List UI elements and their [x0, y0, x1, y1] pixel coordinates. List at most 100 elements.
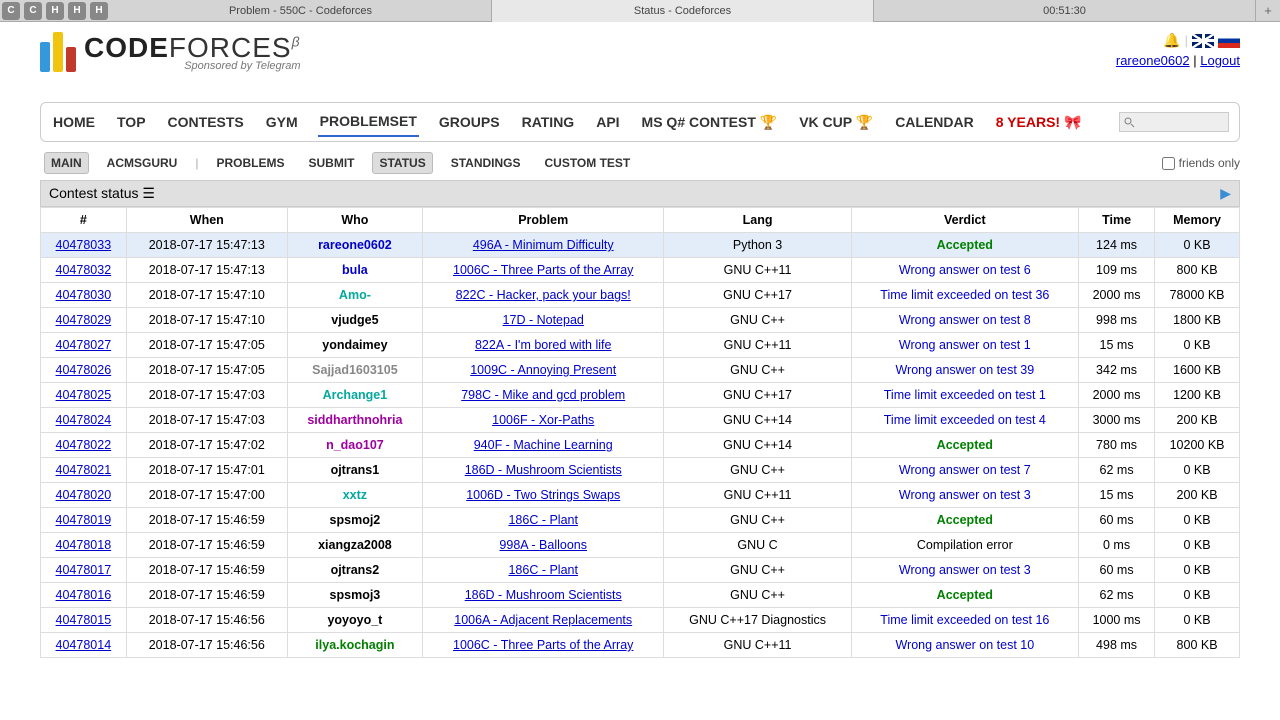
expand-arrow-icon[interactable]: ▶ — [1220, 185, 1231, 202]
problem-link[interactable]: 1006C - Three Parts of the Array — [453, 638, 633, 652]
user-link[interactable]: yoyoyo_t — [327, 613, 382, 627]
favicon-c[interactable]: C — [24, 2, 42, 20]
submission-id-link[interactable]: 40478026 — [56, 363, 112, 377]
lang-ru-icon[interactable] — [1218, 34, 1240, 48]
user-link[interactable]: Amo- — [339, 288, 371, 302]
user-link[interactable]: vjudge5 — [331, 313, 378, 327]
list-icon[interactable]: ☰ — [142, 185, 155, 201]
new-tab-button[interactable]: + — [1256, 3, 1280, 18]
problem-link[interactable]: 186D - Mushroom Scientists — [465, 463, 622, 477]
submission-id-link[interactable]: 40478014 — [56, 638, 112, 652]
problem-link[interactable]: 798C - Mike and gcd problem — [461, 388, 625, 402]
user-link[interactable]: bula — [342, 263, 368, 277]
subnav-problems[interactable]: PROBLEMS — [210, 153, 290, 173]
favicon-c[interactable]: C — [2, 2, 20, 20]
user-link[interactable]: spsmoj3 — [330, 588, 381, 602]
problem-link[interactable]: 822A - I'm bored with life — [475, 338, 611, 352]
problem-link[interactable]: 17D - Notepad — [503, 313, 584, 327]
submission-id-link[interactable]: 40478017 — [56, 563, 112, 577]
cell-lang: GNU C — [664, 533, 851, 558]
cell-time: 15 ms — [1079, 483, 1155, 508]
username-link[interactable]: rareone0602 — [1116, 53, 1190, 68]
nav-api[interactable]: API — [594, 108, 621, 136]
cell-lang: GNU C++11 — [664, 333, 851, 358]
nav-calendar[interactable]: CALENDAR — [893, 108, 976, 136]
nav-8years[interactable]: 8 YEARS! 🎀 — [994, 108, 1084, 137]
submission-id-link[interactable]: 40478020 — [56, 488, 112, 502]
submission-id-link[interactable]: 40478015 — [56, 613, 112, 627]
subnav-acmsguru[interactable]: ACMSGURU — [101, 153, 184, 173]
cell-lang: GNU C++17 Diagnostics — [664, 608, 851, 633]
user-link[interactable]: xiangza2008 — [318, 538, 392, 552]
nav-rating[interactable]: RATING — [520, 108, 577, 136]
col-verdict: Verdict — [851, 208, 1078, 233]
site-logo[interactable]: CODEFORCESβ Sponsored by Telegram — [40, 32, 301, 72]
submission-id-link[interactable]: 40478030 — [56, 288, 112, 302]
user-link[interactable]: yondaimey — [322, 338, 387, 352]
submission-id-link[interactable]: 40478024 — [56, 413, 112, 427]
problem-link[interactable]: 186D - Mushroom Scientists — [465, 588, 622, 602]
table-row: 404780212018-07-17 15:47:01ojtrans1186D … — [41, 458, 1240, 483]
problem-link[interactable]: 998A - Balloons — [499, 538, 587, 552]
subnav-custom-test[interactable]: CUSTOM TEST — [538, 153, 636, 173]
user-link[interactable]: rareone0602 — [318, 238, 392, 252]
search-input[interactable] — [1119, 112, 1229, 132]
browser-tab-problem[interactable]: Problem - 550C - Codeforces — [110, 0, 492, 22]
problem-link[interactable]: 496A - Minimum Difficulty — [473, 238, 614, 252]
submission-id-link[interactable]: 40478019 — [56, 513, 112, 527]
problem-link[interactable]: 1006A - Adjacent Replacements — [454, 613, 632, 627]
cell-time: 109 ms — [1079, 258, 1155, 283]
submission-id-link[interactable]: 40478027 — [56, 338, 112, 352]
favicon-h[interactable]: H — [68, 2, 86, 20]
user-link[interactable]: ojtrans1 — [331, 463, 380, 477]
lang-en-icon[interactable] — [1192, 34, 1214, 48]
logout-link[interactable]: Logout — [1200, 53, 1240, 68]
problem-link[interactable]: 1006D - Two Strings Swaps — [466, 488, 620, 502]
nav-home[interactable]: HOME — [51, 108, 97, 136]
problem-link[interactable]: 1006C - Three Parts of the Array — [453, 263, 633, 277]
table-row: 404780172018-07-17 15:46:59ojtrans2186C … — [41, 558, 1240, 583]
user-link[interactable]: Sajjad1603105 — [312, 363, 398, 377]
problem-link[interactable]: 1006F - Xor-Paths — [492, 413, 594, 427]
nav-vk-cup-[interactable]: VK CUP 🏆 — [797, 108, 875, 137]
verdict-text: Wrong answer on test 8 — [899, 313, 1031, 327]
user-link[interactable]: spsmoj2 — [330, 513, 381, 527]
nav-groups[interactable]: GROUPS — [437, 108, 502, 136]
submission-id-link[interactable]: 40478033 — [56, 238, 112, 252]
user-link[interactable]: siddharthnohria — [307, 413, 402, 427]
submission-id-link[interactable]: 40478022 — [56, 438, 112, 452]
nav-ms-q-contest-[interactable]: MS Q# CONTEST 🏆 — [640, 108, 780, 137]
subnav-submit[interactable]: SUBMIT — [302, 153, 360, 173]
subnav-main[interactable]: MAIN — [44, 152, 89, 174]
problem-link[interactable]: 1009C - Annoying Present — [470, 363, 616, 377]
favicon-h[interactable]: H — [90, 2, 108, 20]
user-link[interactable]: xxtz — [343, 488, 367, 502]
nav-problemset[interactable]: PROBLEMSET — [318, 107, 419, 137]
notification-bell-icon[interactable]: 🔔 — [1163, 32, 1180, 49]
verdict-text: Time limit exceeded on test 4 — [884, 413, 1046, 427]
nav-gym[interactable]: GYM — [264, 108, 300, 136]
nav-contests[interactable]: CONTESTS — [166, 108, 246, 136]
subnav-status[interactable]: STATUS — [372, 152, 432, 174]
nav-top[interactable]: TOP — [115, 108, 148, 136]
verdict-text: Wrong answer on test 6 — [899, 263, 1031, 277]
problem-link[interactable]: 940F - Machine Learning — [474, 438, 613, 452]
submission-id-link[interactable]: 40478032 — [56, 263, 112, 277]
user-link[interactable]: ojtrans2 — [331, 563, 380, 577]
submission-id-link[interactable]: 40478025 — [56, 388, 112, 402]
user-link[interactable]: n_dao107 — [326, 438, 384, 452]
submission-id-link[interactable]: 40478029 — [56, 313, 112, 327]
browser-tab-status[interactable]: Status - Codeforces — [492, 0, 874, 22]
favicon-h[interactable]: H — [46, 2, 64, 20]
friends-only-toggle[interactable]: friends only — [1162, 156, 1240, 170]
subnav-standings[interactable]: STANDINGS — [445, 153, 527, 173]
submission-id-link[interactable]: 40478021 — [56, 463, 112, 477]
problem-link[interactable]: 186C - Plant — [508, 563, 577, 577]
user-link[interactable]: Archange1 — [323, 388, 388, 402]
problem-link[interactable]: 822C - Hacker, pack your bags! — [456, 288, 631, 302]
submission-id-link[interactable]: 40478016 — [56, 588, 112, 602]
user-link[interactable]: ilya.kochagin — [315, 638, 394, 652]
friends-only-checkbox[interactable] — [1162, 157, 1175, 170]
problem-link[interactable]: 186C - Plant — [508, 513, 577, 527]
submission-id-link[interactable]: 40478018 — [56, 538, 112, 552]
